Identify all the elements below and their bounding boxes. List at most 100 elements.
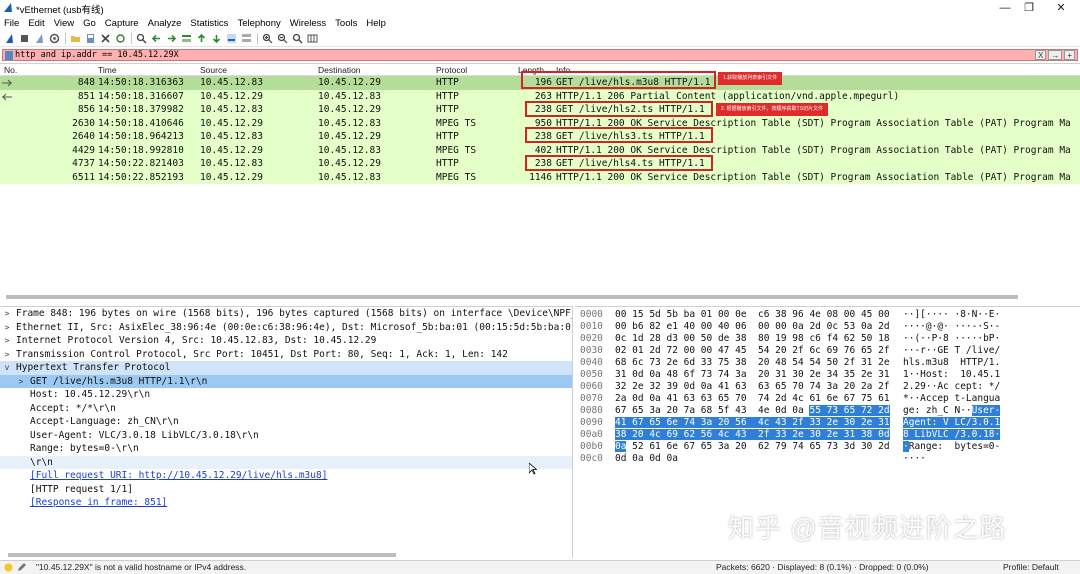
capture-options-icon[interactable] [49, 33, 60, 44]
ascii-row[interactable]: ··][···· ·8·N··E· [903, 309, 1000, 321]
collapse-arrow-icon[interactable]: v [2, 361, 12, 375]
ascii-row[interactable]: 1··Host: 10.45.1 [903, 369, 1000, 381]
display-filter-bar[interactable]: http and ip.addr == 10.45.12.29X X → + [2, 49, 1078, 61]
table-row[interactable]: 6511 14:50:22.852193 10.45.12.29 10.45.1… [0, 170, 1080, 184]
scrollbar-thumb[interactable] [6, 295, 1018, 299]
ascii-row[interactable]: hls.m3u8 HTTP/1. [903, 357, 1000, 369]
expand-arrow-icon[interactable]: > [2, 307, 12, 321]
apply-filter-button[interactable]: → [1048, 50, 1063, 60]
ascii-row[interactable]: 8 LibVLC /3.0.18· [903, 429, 1001, 441]
expand-arrow-icon[interactable]: > [2, 348, 12, 362]
menu-view[interactable]: View [54, 18, 74, 29]
zoom-out-icon[interactable] [277, 33, 288, 44]
tree-item[interactable]: > Frame 848: 196 bytes on wire (1568 bits… [0, 307, 572, 321]
hex-row[interactable]: 38 20 4c 69 62 56 4c 43 2f 33 2e 30 2e 3… [615, 429, 890, 441]
hex-row[interactable]: 32 2e 32 39 0d 0a 41 63 63 65 70 74 3a 2… [615, 381, 890, 393]
details-scrollbar[interactable] [0, 551, 572, 558]
ascii-row[interactable]: ··(··P·8 ·····bP· [903, 333, 1000, 345]
tree-item-link[interactable]: [Full request URI: http://10.45.12.29/li… [0, 469, 572, 483]
full-request-uri-link[interactable]: [Full request URI: http://10.45.12.29/li… [30, 469, 327, 483]
tree-item[interactable]: Accept: */*\r\n [0, 402, 572, 416]
normal-size-icon[interactable] [292, 33, 303, 44]
menu-file[interactable]: File [4, 18, 19, 29]
clear-filter-button[interactable]: X [1034, 50, 1047, 60]
hex-row[interactable]: 0c 1d 28 d3 00 50 de 38 80 19 98 c6 f4 6… [615, 333, 890, 345]
ascii-row[interactable]: ···· [903, 453, 926, 465]
expand-arrow-icon[interactable]: > [2, 334, 12, 348]
last-packet-icon[interactable] [211, 33, 222, 44]
close-file-icon[interactable] [100, 33, 111, 44]
ascii-row[interactable]: ····@·@· ···-·S·- [903, 321, 1000, 333]
reload-file-icon[interactable] [115, 33, 126, 44]
column-header-destination[interactable]: Destination [318, 64, 361, 76]
menu-capture[interactable]: Capture [105, 18, 139, 29]
profile-label[interactable]: Profile: Default [1003, 561, 1059, 574]
tree-item[interactable]: > Transmission Control Protocol, Src Port… [0, 348, 572, 362]
scrollbar-thumb[interactable] [8, 553, 396, 557]
resize-columns-icon[interactable] [307, 33, 318, 44]
column-header-source[interactable]: Source [200, 64, 227, 76]
ascii-row[interactable]: Agent: V LC/3.0.1 [903, 417, 1001, 429]
display-filter-input[interactable]: http and ip.addr == 10.45.12.29X [15, 50, 179, 61]
ascii-row[interactable]: ·Range: bytes=0- [903, 441, 1000, 453]
hex-row[interactable]: 0d 0a 0d 0a [615, 453, 678, 465]
start-capture-icon[interactable] [4, 33, 15, 44]
column-header-protocol[interactable]: Protocol [436, 64, 467, 76]
hex-row[interactable]: 00 b6 82 e1 40 00 40 06 00 00 0a 2d 0c 5… [615, 321, 890, 333]
tree-item-request-line[interactable]: > GET /live/hls.m3u8 HTTP/1.1\r\n [0, 374, 572, 389]
tree-item-link[interactable]: [Response in frame: 851] [0, 496, 572, 510]
menu-tools[interactable]: Tools [335, 18, 357, 29]
tree-item-http[interactable]: v Hypertext Transfer Protocol [0, 361, 572, 375]
restart-capture-icon[interactable] [34, 33, 45, 44]
ascii-row[interactable]: 2.29··Ac cept: */ [903, 381, 1000, 393]
ascii-row[interactable]: *··Accep t-Langua [903, 393, 1000, 405]
hex-row[interactable]: 31 0d 0a 48 6f 73 74 3a 20 31 30 2e 34 3… [615, 369, 890, 381]
tree-item[interactable]: > Ethernet II, Src: AsixElec_38:96:4e (00… [0, 321, 572, 335]
tree-item[interactable]: \r\n [0, 455, 572, 469]
colorize-icon[interactable] [241, 33, 252, 44]
hex-row[interactable]: 02 01 2d 72 00 00 47 45 54 20 2f 6c 69 7… [615, 345, 890, 357]
tree-item[interactable]: [HTTP request 1/1] [0, 483, 572, 497]
restore-icon[interactable]: ❐ [1014, 0, 1044, 16]
find-packet-icon[interactable] [136, 33, 147, 44]
filter-bookmark-icon[interactable] [5, 51, 13, 60]
auto-scroll-icon[interactable] [226, 33, 237, 44]
go-back-icon[interactable] [151, 33, 162, 44]
go-to-packet-icon[interactable] [181, 33, 192, 44]
column-header-time[interactable]: Time [98, 64, 117, 76]
open-file-icon[interactable] [70, 33, 81, 44]
go-forward-icon[interactable] [166, 33, 177, 44]
menu-edit[interactable]: Edit [28, 18, 44, 29]
hex-row[interactable]: 41 67 65 6e 74 3a 20 56 4c 43 2f 33 2e 3… [615, 417, 890, 429]
hex-row[interactable]: 68 6c 73 2e 6d 33 75 38 20 48 54 54 50 2… [615, 357, 890, 369]
column-header-no[interactable]: No. [4, 64, 17, 76]
add-filter-button[interactable]: + [1064, 50, 1075, 60]
ascii-row[interactable]: ··-r··GE T /live/ [903, 345, 1000, 357]
menu-wireless[interactable]: Wireless [290, 18, 326, 29]
tree-item[interactable]: Range: bytes=0-\r\n [0, 442, 572, 456]
stop-capture-icon[interactable] [19, 33, 30, 44]
hex-row[interactable]: 00 15 5d 5b ba 01 00 0e c6 38 96 4e 08 0… [615, 309, 890, 321]
menu-statistics[interactable]: Statistics [190, 18, 228, 29]
tree-item[interactable]: User-Agent: VLC/3.0.18 LibVLC/3.0.18\r\n [0, 429, 572, 443]
menu-help[interactable]: Help [366, 18, 386, 29]
menu-analyze[interactable]: Analyze [148, 18, 182, 29]
tree-item[interactable]: Accept-Language: zh_CN\r\n [0, 415, 572, 429]
menu-telephony[interactable]: Telephony [237, 18, 280, 29]
save-file-icon[interactable] [85, 33, 96, 44]
expand-arrow-icon[interactable]: > [2, 321, 12, 335]
first-packet-icon[interactable] [196, 33, 207, 44]
zoom-in-icon[interactable] [262, 33, 273, 44]
hex-row[interactable]: 0a 52 61 6e 67 65 3a 20 62 79 74 65 73 3… [615, 441, 890, 453]
ascii-row[interactable]: ge: zh_C N··User- [903, 405, 1001, 417]
edit-comment-icon[interactable] [17, 563, 26, 572]
hex-row[interactable]: 67 65 3a 20 7a 68 5f 43 4e 0d 0a 55 73 6… [615, 405, 890, 417]
tree-item[interactable]: Host: 10.45.12.29\r\n [0, 388, 572, 402]
response-frame-link[interactable]: [Response in frame: 851] [30, 496, 167, 510]
expand-arrow-icon[interactable]: > [16, 375, 26, 389]
packet-list-scrollbar[interactable] [0, 294, 1080, 300]
close-icon[interactable]: ✕ [1046, 0, 1076, 16]
hex-row[interactable]: 2a 0d 0a 41 63 63 65 70 74 2d 4c 61 6e 6… [615, 393, 890, 405]
menu-go[interactable]: Go [83, 18, 96, 29]
tree-item[interactable]: > Internet Protocol Version 4, Src: 10.45… [0, 334, 572, 348]
